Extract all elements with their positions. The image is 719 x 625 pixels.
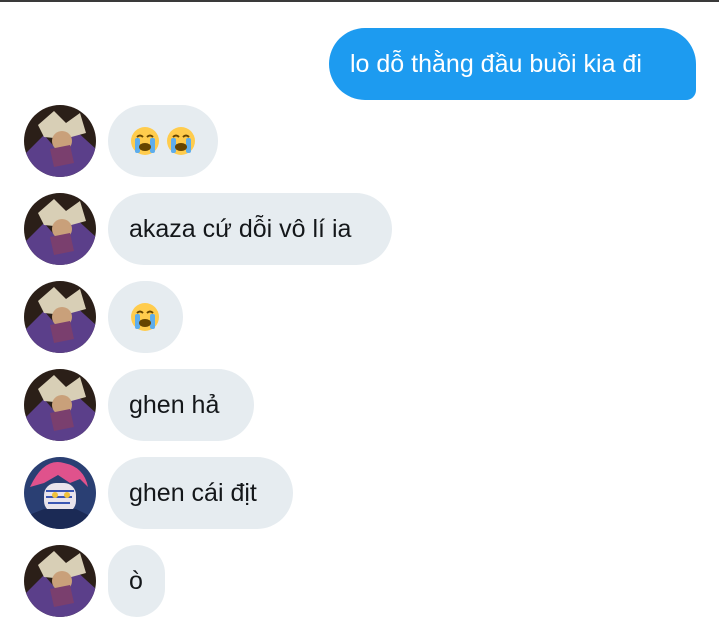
received-message-bubble[interactable] bbox=[108, 105, 218, 177]
chat-screen: lo dỗ thằng đầu buồi kia đi akaza cứ dỗi… bbox=[0, 0, 719, 625]
message-text: akaza cứ dỗi vô lí ia bbox=[129, 214, 352, 243]
avatar-icon[interactable] bbox=[24, 545, 96, 617]
avatar-icon[interactable] bbox=[24, 457, 96, 529]
message-text: lo dỗ thằng đầu buồi kia đi bbox=[350, 49, 642, 78]
message-text: ò bbox=[129, 566, 143, 595]
message-text: ghen hả bbox=[129, 390, 220, 419]
top-divider bbox=[0, 0, 719, 2]
received-message-bubble[interactable]: akaza cứ dỗi vô lí ia bbox=[108, 193, 392, 265]
received-message-bubble[interactable]: ghen cái địt bbox=[108, 457, 293, 529]
received-message-bubble[interactable]: ò bbox=[108, 545, 165, 617]
loudly-crying-face-icon bbox=[131, 127, 159, 155]
message-text: ghen cái địt bbox=[129, 478, 257, 507]
sent-message-bubble[interactable]: lo dỗ thằng đầu buồi kia đi bbox=[329, 28, 696, 100]
loudly-crying-face-icon bbox=[131, 303, 159, 331]
received-message-bubble[interactable] bbox=[108, 281, 183, 353]
avatar-icon[interactable] bbox=[24, 369, 96, 441]
avatar-icon[interactable] bbox=[24, 105, 96, 177]
avatar-icon[interactable] bbox=[24, 193, 96, 265]
loudly-crying-face-icon bbox=[167, 127, 195, 155]
received-message-bubble[interactable]: ghen hả bbox=[108, 369, 254, 441]
avatar-icon[interactable] bbox=[24, 281, 96, 353]
